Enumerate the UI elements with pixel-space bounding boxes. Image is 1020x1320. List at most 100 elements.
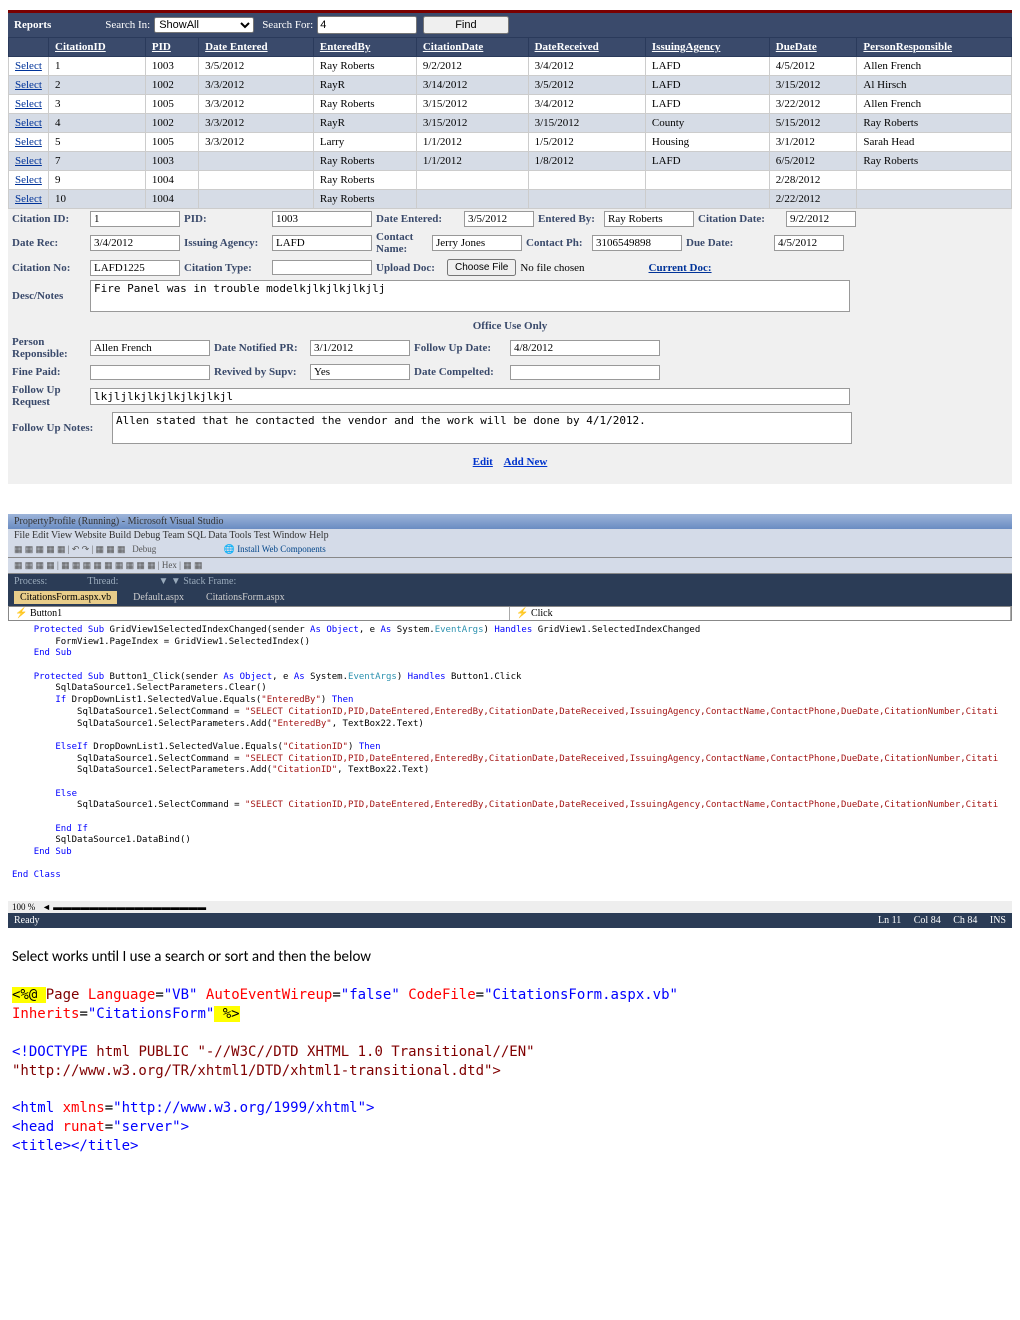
contact-name-value: Jerry Jones xyxy=(432,235,522,251)
table-row: Select510053/3/2012Larry1/1/20121/5/2012… xyxy=(9,133,1012,152)
reports-button[interactable]: Reports xyxy=(14,19,51,31)
vs-titlebar: PropertyProfile (Running) - Microsoft Vi… xyxy=(8,514,1012,529)
table-row: Select410023/3/2012RayR3/15/20123/15/201… xyxy=(9,114,1012,133)
no-file-chosen-text: No file chosen xyxy=(520,262,584,274)
vs-menubar[interactable]: File Edit View Website Build Debug Team … xyxy=(8,529,1012,542)
vs-member-dropdown[interactable]: ⚡ Button1 ⚡ Click xyxy=(8,606,1012,621)
citation-type-label: Citation Type: xyxy=(180,262,272,274)
due-date-value: 4/5/2012 xyxy=(774,235,844,251)
citation-date-value: 9/2/2012 xyxy=(786,211,856,227)
vs-toolbar-2[interactable]: ▦ ▦ ▦ ▦ | ▦ ▦ ▦ ▦ ▦ ▦ ▦ ▦ ▦ | Hex | ▦ ▦ xyxy=(8,558,1012,574)
vs-status-bar: Ready Ln 11 Col 84 Ch 84 INS xyxy=(8,913,1012,928)
grid-cell xyxy=(857,171,1012,190)
detail-form: Citation ID: 1 PID: 1003 Date Entered: 3… xyxy=(8,209,1012,484)
search-for-label: Search For: xyxy=(262,19,313,31)
grid-cell xyxy=(528,171,645,190)
vs-toolbar[interactable]: ▦ ▦ ▦ ▦ ▦ | ↶ ↷ | ▦ ▦ ▦ Debug 🌐 Install … xyxy=(8,542,1012,558)
grid-cell: 3/5/2012 xyxy=(528,76,645,95)
grid-cell: 3/15/2012 xyxy=(769,76,857,95)
select-link[interactable]: Select xyxy=(15,117,42,129)
select-link[interactable]: Select xyxy=(15,79,42,91)
select-link[interactable]: Select xyxy=(15,174,42,186)
grid-cell xyxy=(416,171,528,190)
grid-cell: RayR xyxy=(313,114,416,133)
grid-cell: LAFD xyxy=(645,152,769,171)
grid-header-cell[interactable]: Date Entered xyxy=(199,38,314,57)
grid-header-cell[interactable]: EnteredBy xyxy=(313,38,416,57)
grid-cell: Ray Roberts xyxy=(313,190,416,209)
grid-header-cell[interactable]: PID xyxy=(145,38,198,57)
tab-citations-aspx[interactable]: CitationsForm.aspx xyxy=(200,591,291,604)
grid-header-cell[interactable]: PersonResponsible xyxy=(857,38,1012,57)
grid-cell: 3/15/2012 xyxy=(416,95,528,114)
grid-cell: 9/2/2012 xyxy=(416,57,528,76)
due-date-label: Due Date: xyxy=(682,237,774,249)
fine-paid-value xyxy=(90,365,210,380)
select-link[interactable]: Select xyxy=(15,193,42,205)
desc-notes-value: Fire Panel was in trouble modelkjlkjlkjl… xyxy=(90,280,850,312)
grid-cell: RayR xyxy=(313,76,416,95)
grid-cell: 5/15/2012 xyxy=(769,114,857,133)
select-link[interactable]: Select xyxy=(15,60,42,72)
grid-cell: Sarah Head xyxy=(857,133,1012,152)
grid-cell: Allen French xyxy=(857,95,1012,114)
grid-header-cell[interactable]: IssuingAgency xyxy=(645,38,769,57)
grid-cell: 3/15/2012 xyxy=(416,114,528,133)
upload-doc-label: Upload Doc: xyxy=(372,262,447,274)
followup-notes-value: Allen stated that he contacted the vendo… xyxy=(112,412,852,444)
revived-supv-label: Revived by Supv: xyxy=(210,366,310,378)
search-in-select[interactable]: ShowAll xyxy=(154,17,254,33)
grid-header: CitationIDPIDDate EnteredEnteredByCitati… xyxy=(9,38,1012,57)
grid-cell: Ray Roberts xyxy=(857,152,1012,171)
table-row: Select71003Ray Roberts1/1/20121/8/2012LA… xyxy=(9,152,1012,171)
vs-code-editor[interactable]: Protected Sub GridView1SelectedIndexChan… xyxy=(8,621,1012,901)
grid-cell xyxy=(199,152,314,171)
grid-cell: 10 xyxy=(49,190,146,209)
pid-value: 1003 xyxy=(272,211,372,227)
tab-default[interactable]: Default.aspx xyxy=(127,591,190,604)
grid-cell: 3/3/2012 xyxy=(199,133,314,152)
grid-cell: 7 xyxy=(49,152,146,171)
grid-cell xyxy=(416,190,528,209)
date-entered-label: Date Entered: xyxy=(372,213,464,225)
grid-cell: LAFD xyxy=(645,57,769,76)
choose-file-button[interactable]: Choose File xyxy=(447,259,516,276)
grid-cell: 1003 xyxy=(145,152,198,171)
tab-active[interactable]: CitationsForm.aspx.vb xyxy=(14,591,117,604)
grid-header-cell[interactable]: CitationID xyxy=(49,38,146,57)
grid-header-cell[interactable]: DateReceived xyxy=(528,38,645,57)
select-link[interactable]: Select xyxy=(15,136,42,148)
grid-header-cell[interactable]: DueDate xyxy=(769,38,857,57)
grid-cell: 2/22/2012 xyxy=(769,190,857,209)
grid-cell: 3/3/2012 xyxy=(199,76,314,95)
select-link[interactable]: Select xyxy=(15,155,42,167)
date-rec-value: 3/4/2012 xyxy=(90,235,180,251)
office-use-only-label: Office Use Only xyxy=(8,314,1012,334)
grid-cell: 3/22/2012 xyxy=(769,95,857,114)
grid-cell: 1005 xyxy=(145,133,198,152)
grid-cell: 1004 xyxy=(145,171,198,190)
issuing-agency-label: Issuing Agency: xyxy=(180,237,272,249)
grid-cell: 1002 xyxy=(145,76,198,95)
grid-cell: Allen French xyxy=(857,57,1012,76)
contact-ph-label: Contact Ph: xyxy=(522,237,592,249)
grid-cell: 3/4/2012 xyxy=(528,57,645,76)
current-doc-link[interactable]: Current Doc: xyxy=(645,262,737,274)
followup-req-value: lkjljlkjlkjlkjlkjlkjl xyxy=(90,388,850,405)
edit-link[interactable]: Edit xyxy=(473,456,493,468)
grid-cell: 3/4/2012 xyxy=(528,95,645,114)
search-for-input[interactable] xyxy=(317,16,417,34)
select-link[interactable]: Select xyxy=(15,98,42,110)
grid-cell: Ray Roberts xyxy=(313,95,416,114)
add-new-link[interactable]: Add New xyxy=(504,456,548,468)
followup-date-value: 4/8/2012 xyxy=(510,340,660,356)
date-completed-label: Date Compelted: xyxy=(410,366,510,378)
table-row: Select110033/5/2012Ray Roberts9/2/20123/… xyxy=(9,57,1012,76)
grid-cell: 3/3/2012 xyxy=(199,114,314,133)
grid-header-cell[interactable]: CitationDate xyxy=(416,38,528,57)
citation-id-label: Citation ID: xyxy=(12,213,90,225)
find-button[interactable]: Find xyxy=(423,16,508,34)
grid-cell: Ray Roberts xyxy=(857,114,1012,133)
top-toolbar: Reports Search In: ShowAll Search For: F… xyxy=(8,13,1012,37)
grid-cell: 6/5/2012 xyxy=(769,152,857,171)
